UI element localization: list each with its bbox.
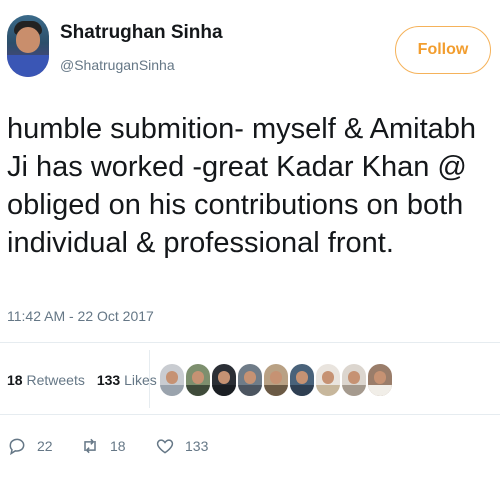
avatar-shirt <box>7 55 49 77</box>
reply-count: 22 <box>37 438 53 454</box>
like-action[interactable]: 133 <box>155 436 208 456</box>
user-handle[interactable]: @ShatruganSinha <box>60 57 175 73</box>
liker-avatar[interactable] <box>290 364 314 396</box>
liker-body <box>186 385 210 396</box>
liker-body <box>368 385 392 396</box>
liker-face <box>374 371 386 384</box>
stats-separator <box>149 350 150 408</box>
liker-face <box>270 371 282 384</box>
tweet-header: Shatrughan Sinha @ShatruganSinha Follow <box>0 0 500 90</box>
reply-icon <box>9 438 25 456</box>
engagement-stats: 18 Retweets 133 Likes <box>7 372 157 388</box>
avatar-face <box>16 27 40 53</box>
liker-body <box>238 385 262 396</box>
liker-face <box>166 371 178 384</box>
liker-avatars <box>160 364 392 396</box>
liker-face <box>348 371 360 384</box>
action-bar: 22 18 133 <box>0 436 500 466</box>
likes-stat[interactable]: 133 Likes <box>97 372 157 388</box>
like-count: 133 <box>185 438 209 454</box>
liker-body <box>212 385 236 396</box>
user-avatar[interactable] <box>7 15 49 77</box>
retweets-label: Retweets <box>26 372 85 388</box>
liker-avatar[interactable] <box>212 364 236 396</box>
divider-top <box>0 342 500 343</box>
liker-avatar[interactable] <box>186 364 210 396</box>
likes-label: Likes <box>124 372 157 388</box>
liker-face <box>322 371 334 384</box>
liker-avatar[interactable] <box>342 364 366 396</box>
likes-count: 133 <box>96 372 121 388</box>
retweets-stat[interactable]: 18 Retweets <box>7 372 85 388</box>
retweet-icon <box>84 438 96 454</box>
liker-body <box>160 385 184 396</box>
liker-body <box>316 385 340 396</box>
tweet-text: humble submition- myself & Amitabh Ji ha… <box>7 113 477 259</box>
liker-face <box>296 371 308 384</box>
tweet-timestamp[interactable]: 11:42 AM - 22 Oct 2017 <box>7 308 154 324</box>
liker-body <box>342 385 366 396</box>
liker-avatar[interactable] <box>238 364 262 396</box>
retweet-action[interactable]: 18 <box>80 436 126 456</box>
reply-action[interactable]: 22 <box>7 436 53 456</box>
heart-icon <box>156 439 174 454</box>
liker-avatar[interactable] <box>264 364 288 396</box>
retweets-count: 18 <box>7 372 23 388</box>
liker-body <box>264 385 288 396</box>
liker-avatar[interactable] <box>368 364 392 396</box>
retweet-count: 18 <box>110 438 126 454</box>
liker-avatar[interactable] <box>160 364 184 396</box>
liker-face <box>244 371 256 384</box>
liker-face <box>192 371 204 384</box>
liker-avatar[interactable] <box>316 364 340 396</box>
divider-bottom <box>0 414 500 415</box>
follow-button[interactable]: Follow <box>395 26 491 74</box>
liker-body <box>290 385 314 396</box>
display-name[interactable]: Shatrughan Sinha <box>60 22 223 44</box>
liker-face <box>218 371 230 384</box>
